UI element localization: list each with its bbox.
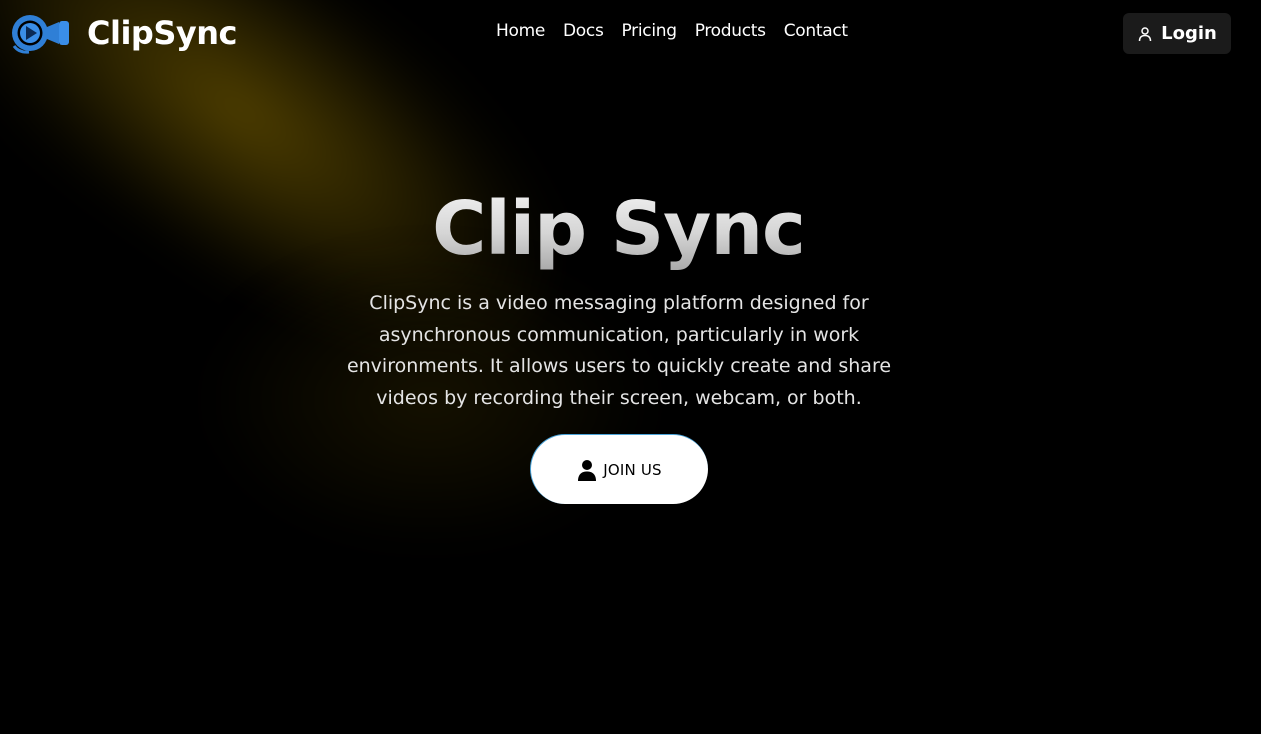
- login-button[interactable]: Login: [1123, 13, 1231, 54]
- brand-name: ClipSync: [87, 14, 237, 52]
- video-camera-play-icon: [12, 15, 69, 54]
- login-label: Login: [1161, 23, 1217, 44]
- site-header: ClipSync Home Docs Pricing Products Cont…: [0, 0, 1261, 66]
- user-solid-icon: [578, 459, 597, 481]
- nav-contact[interactable]: Contact: [784, 21, 848, 41]
- join-us-button[interactable]: JOIN US: [530, 434, 708, 504]
- nav-products[interactable]: Products: [695, 21, 766, 41]
- join-us-label: JOIN US: [603, 460, 662, 479]
- landing-page: ClipSync Home Docs Pricing Products Cont…: [0, 0, 1261, 734]
- nav-home[interactable]: Home: [496, 21, 545, 41]
- user-outline-icon: [1138, 26, 1152, 41]
- brand[interactable]: ClipSync: [11, 12, 237, 54]
- nav-pricing[interactable]: Pricing: [622, 21, 678, 41]
- hero-title: Clip Sync: [0, 186, 1237, 272]
- nav-docs[interactable]: Docs: [563, 21, 604, 41]
- hero-description: ClipSync is a video messaging platform d…: [346, 292, 892, 409]
- main-nav: Home Docs Pricing Products Contact: [496, 21, 848, 41]
